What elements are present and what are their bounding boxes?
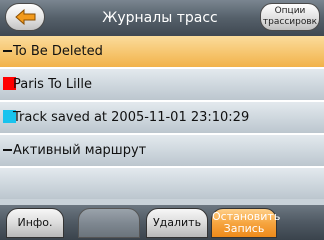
track-label: Track saved at 2005-11-01 23:10:29: [13, 110, 250, 125]
track-options-button[interactable]: Опции трассировк: [260, 3, 320, 31]
options-label-line2: трассировк: [262, 17, 318, 27]
track-logs-screen: Журналы трасс Опции трассировк To Be Del…: [0, 0, 324, 240]
track-row-0[interactable]: To Be Deleted: [0, 36, 324, 69]
track-row-1[interactable]: Paris To Lille: [0, 69, 324, 102]
track-log-list: To Be Deleted Paris To Lille Track saved…: [0, 36, 324, 199]
options-label-line1: Опции: [274, 6, 306, 16]
track-label: Paris To Lille: [13, 77, 92, 92]
track-row-2[interactable]: Track saved at 2005-11-01 23:10:29: [0, 102, 324, 135]
delete-button-label: Удалить: [152, 216, 202, 229]
track-row-3[interactable]: Активный маршрут: [0, 135, 324, 168]
track-label: To Be Deleted: [13, 44, 103, 59]
page-title: Журналы трасс: [102, 10, 218, 26]
info-button[interactable]: Инфо.: [6, 208, 64, 238]
track-label: Активный маршрут: [13, 143, 147, 158]
empty-list-row: [0, 168, 324, 199]
header-bar: Журналы трасс Опции трассировк: [0, 0, 324, 37]
stop-recording-button[interactable]: Остановить Запись: [211, 208, 280, 238]
back-button[interactable]: [5, 3, 45, 31]
stop-label-line2: Запись: [223, 222, 265, 235]
back-arrow-icon: [15, 9, 36, 25]
bottom-toolbar: Инфо. Удалить Остановить Запись: [0, 205, 324, 240]
track-color-marker: [3, 149, 12, 151]
track-color-marker: [3, 50, 12, 52]
delete-button[interactable]: Удалить: [146, 208, 208, 238]
info-button-label: Инфо.: [17, 216, 53, 229]
blank-button: [78, 208, 140, 238]
